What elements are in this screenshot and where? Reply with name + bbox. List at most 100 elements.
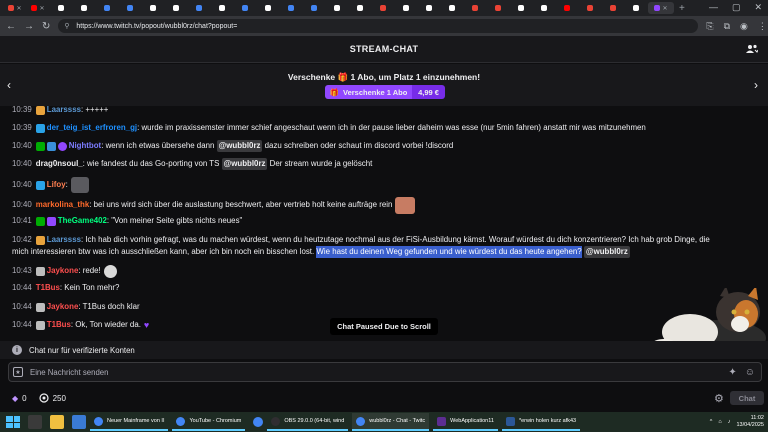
- browser-tab-active[interactable]: ✕: [648, 2, 674, 14]
- taskbar-item-active[interactable]: wubbl0rz - Chat - Twitc: [352, 413, 430, 431]
- task-view-icon[interactable]: [28, 415, 42, 429]
- username[interactable]: markolina_thk: [36, 199, 90, 211]
- username[interactable]: T1Bus: [47, 319, 71, 331]
- minimize-icon[interactable]: —: [709, 2, 718, 13]
- username[interactable]: drag0nsoul_: [36, 158, 83, 170]
- username[interactable]: Jaykone: [47, 265, 79, 277]
- browser-tab[interactable]: [188, 2, 210, 14]
- profile-icon[interactable]: ◉: [740, 21, 748, 32]
- close-window-icon[interactable]: ✕: [754, 2, 762, 13]
- browser-tab[interactable]: [50, 2, 72, 14]
- url-field[interactable]: ⚲ https://www.twitch.tv/popout/wubbl0rz/…: [58, 19, 699, 33]
- back-icon[interactable]: ←: [6, 21, 16, 32]
- extensions-icon[interactable]: ⧉: [724, 21, 730, 32]
- browser-tab[interactable]: [165, 2, 187, 14]
- bits-button[interactable]: ◆ 0: [12, 394, 27, 403]
- clock[interactable]: 11:02 13/04/2025: [736, 415, 764, 429]
- close-icon[interactable]: ✕: [16, 5, 21, 12]
- taskbar-item[interactable]: Neuer Mainframe von II: [90, 413, 169, 431]
- volume-icon[interactable]: ♪: [728, 419, 731, 425]
- username[interactable]: Lifoy: [47, 179, 66, 191]
- browser-tab[interactable]: [487, 2, 509, 14]
- taskbar-item[interactable]: YouTube - Chromium: [172, 413, 246, 431]
- taskbar-item[interactable]: *erwin holen kurz afk43: [501, 413, 581, 431]
- start-icon[interactable]: [6, 416, 20, 428]
- username[interactable]: TheGame402: [58, 215, 107, 227]
- menu-icon[interactable]: ⋮: [758, 21, 767, 32]
- message-text: : wurde im praxissemster immer schief an…: [137, 123, 646, 132]
- close-icon[interactable]: ✕: [662, 5, 667, 12]
- favicon-icon: [127, 5, 133, 11]
- browser-tab[interactable]: [441, 2, 463, 14]
- browser-icon[interactable]: [253, 417, 264, 427]
- browser-tab[interactable]: ✕: [4, 2, 26, 14]
- browser-tab[interactable]: [142, 2, 164, 14]
- chat-settings-badge-icon[interactable]: ★: [13, 367, 23, 377]
- browser-tab[interactable]: [533, 2, 555, 14]
- username[interactable]: Laarssss: [47, 106, 81, 116]
- browser-tab[interactable]: [211, 2, 233, 14]
- maximize-icon[interactable]: ▢: [732, 2, 741, 13]
- gift-price[interactable]: 4,99 €: [412, 85, 445, 99]
- browser-tab[interactable]: [602, 2, 624, 14]
- chat-message: 10:41 TheGame402 : "Von meiner Seite gib…: [12, 215, 242, 227]
- terminal-icon[interactable]: [72, 415, 86, 429]
- browser-tab[interactable]: [510, 2, 532, 14]
- forward-icon[interactable]: →: [24, 21, 34, 32]
- browser-tab[interactable]: [326, 2, 348, 14]
- browser-tab[interactable]: [556, 2, 578, 14]
- gift-icon: 🎁: [329, 87, 339, 97]
- taskbar-item[interactable]: OBS 29.0.0 (64-bit, wind: [267, 413, 349, 431]
- tray-chevron-icon[interactable]: ^: [710, 419, 713, 425]
- hype-chat-icon[interactable]: ✦: [728, 367, 736, 378]
- username[interactable]: der_teig_ist_erfroren_gj: [47, 122, 137, 134]
- browser-tab[interactable]: [234, 2, 256, 14]
- taskbar-item[interactable]: WebApplication11: [433, 413, 498, 431]
- chat-message: 10:40 Lifoy :: [12, 176, 89, 194]
- mention[interactable]: @wubbl0rz: [216, 140, 263, 152]
- channel-points-button[interactable]: 250: [39, 393, 66, 403]
- chat-paused-button[interactable]: Chat Paused Due to Scroll: [330, 318, 438, 335]
- carousel-next-icon[interactable]: ›: [754, 78, 758, 92]
- mention[interactable]: @wubbl0rz: [221, 158, 268, 170]
- browser-tab[interactable]: [395, 2, 417, 14]
- browser-tab[interactable]: [280, 2, 302, 14]
- browser-tab[interactable]: [96, 2, 118, 14]
- username[interactable]: Nightbot: [69, 140, 101, 152]
- carousel-prev-icon[interactable]: ‹: [7, 78, 11, 92]
- chat-send-button[interactable]: Chat: [730, 391, 764, 405]
- username[interactable]: Laarssss: [47, 234, 81, 246]
- gift-sub-button[interactable]: 🎁 Verschenke 1 Abo 4,99 €: [325, 85, 445, 99]
- browser-tab[interactable]: [73, 2, 95, 14]
- install-icon[interactable]: ⎘: [706, 21, 713, 32]
- network-icon[interactable]: ⌂: [718, 419, 721, 425]
- browser-tab[interactable]: ✕: [27, 2, 49, 14]
- mention[interactable]: @wubbl0rz: [583, 246, 630, 258]
- username[interactable]: Jaykone: [47, 301, 79, 313]
- message-text: : Kein Ton mehr?: [59, 283, 120, 292]
- gear-icon[interactable]: ⚙: [714, 392, 724, 405]
- browser-tab[interactable]: [349, 2, 371, 14]
- browser-tab[interactable]: [625, 2, 647, 14]
- browser-tab[interactable]: [257, 2, 279, 14]
- chat-input[interactable]: [30, 367, 729, 377]
- browser-tab[interactable]: [464, 2, 486, 14]
- community-icon[interactable]: [746, 43, 758, 55]
- reload-icon[interactable]: ↻: [42, 21, 50, 32]
- browser-tab[interactable]: [303, 2, 325, 14]
- username[interactable]: T1Bus: [36, 282, 60, 294]
- heart-emote-icon[interactable]: ♥: [144, 319, 149, 331]
- emote-icon[interactable]: [395, 196, 416, 214]
- browser-tab[interactable]: [372, 2, 394, 14]
- close-icon[interactable]: ✕: [39, 5, 44, 12]
- gift-sub-button-main[interactable]: 🎁 Verschenke 1 Abo: [325, 85, 412, 99]
- site-info-icon[interactable]: ⚲: [64, 22, 69, 30]
- browser-tab[interactable]: [579, 2, 601, 14]
- file-explorer-icon[interactable]: [50, 415, 64, 429]
- emote-icon[interactable]: [70, 177, 89, 193]
- browser-tab[interactable]: [119, 2, 141, 14]
- emote-icon[interactable]: [103, 264, 117, 278]
- emote-picker-icon[interactable]: ☺: [745, 367, 755, 378]
- browser-tab[interactable]: [418, 2, 440, 14]
- new-tab-icon[interactable]: +: [679, 3, 685, 14]
